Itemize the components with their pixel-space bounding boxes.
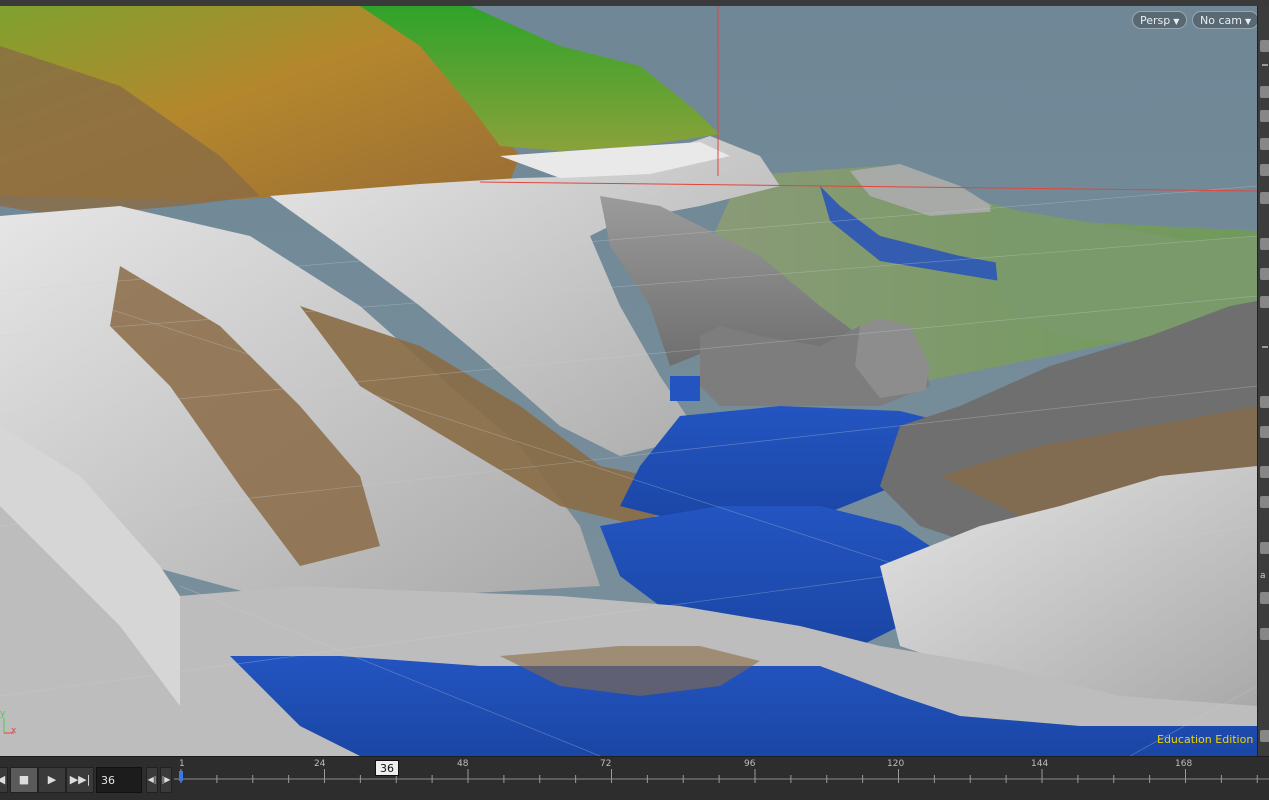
frame-cursor[interactable]: 36	[375, 760, 399, 776]
frame-tick-label: 168	[1175, 759, 1193, 769]
play-button[interactable]: ▶	[38, 767, 66, 793]
terrain-render	[0, 6, 1257, 756]
shelf-separator	[1262, 346, 1268, 348]
display-option-icon[interactable]	[1260, 138, 1269, 150]
frame-tick-label: 120	[887, 759, 905, 769]
frame-tick-label: 1	[179, 759, 185, 769]
frame-tick-label: 72	[600, 759, 612, 769]
display-option-icon[interactable]	[1260, 730, 1269, 742]
stop-icon: ■	[18, 773, 30, 786]
jump-to-end-icon: ▶▶|	[69, 773, 91, 786]
frame-tick-label: 144	[1031, 759, 1049, 769]
display-option-icon[interactable]	[1260, 496, 1269, 508]
display-option-icon[interactable]	[1260, 296, 1269, 308]
playbar: ◀ ■ ▶ ▶▶| ◀| |▶ 1 24 48 72 96 120 144 16…	[0, 756, 1269, 800]
axis-y-label: y	[0, 709, 6, 719]
display-option-icon[interactable]	[1260, 164, 1269, 176]
range-start-marker[interactable]	[179, 771, 183, 781]
camera-select-menu[interactable]: No cam ▼	[1192, 11, 1257, 29]
display-option-icon[interactable]	[1260, 192, 1269, 204]
frame-tick-label: 24	[314, 759, 326, 769]
step-back-icon: ◀	[0, 773, 6, 786]
display-option-icon[interactable]	[1260, 628, 1269, 640]
chevron-down-icon: ▼	[1173, 17, 1180, 26]
camera-view-label: Persp	[1140, 14, 1171, 27]
camera-view-menu[interactable]: Persp ▼	[1132, 11, 1188, 29]
display-option-icon[interactable]	[1260, 426, 1269, 438]
frame-tick-label: 48	[457, 759, 469, 769]
display-option-icon[interactable]	[1260, 268, 1269, 280]
display-option-icon[interactable]	[1260, 86, 1269, 98]
next-key-button[interactable]: |▶	[160, 767, 172, 793]
frame-ruler[interactable]	[174, 757, 1269, 800]
next-key-icon: |▶	[161, 775, 171, 784]
stop-button[interactable]: ■	[10, 767, 38, 793]
display-option-icon[interactable]	[1260, 40, 1269, 52]
display-option-icon[interactable]	[1260, 110, 1269, 122]
display-option-icon[interactable]	[1260, 466, 1269, 478]
step-back-button[interactable]: ◀	[0, 767, 8, 793]
previous-key-icon: ◀|	[147, 775, 157, 784]
play-icon: ▶	[47, 773, 57, 786]
previous-key-button[interactable]: ◀|	[146, 767, 158, 793]
camera-select-label: No cam	[1200, 14, 1242, 27]
shelf-separator	[1262, 64, 1268, 66]
display-options-shelf: a	[1257, 6, 1269, 756]
axis-x-label: x	[11, 726, 17, 736]
scene-viewport[interactable]: Persp ▼ No cam ▼ Education Edition y x	[0, 6, 1257, 756]
display-option-icon[interactable]	[1260, 542, 1269, 554]
display-option-icon[interactable]	[1260, 396, 1269, 408]
frame-tick-label: 96	[744, 759, 756, 769]
display-option-icon[interactable]	[1260, 238, 1269, 250]
current-frame-field[interactable]	[96, 767, 142, 793]
edition-label: Education Edition	[1157, 733, 1254, 746]
jump-to-end-button[interactable]: ▶▶|	[66, 767, 94, 793]
chevron-down-icon: ▼	[1244, 17, 1252, 26]
display-option-icon[interactable]	[1260, 592, 1269, 604]
shelf-letter: a	[1260, 571, 1266, 581]
